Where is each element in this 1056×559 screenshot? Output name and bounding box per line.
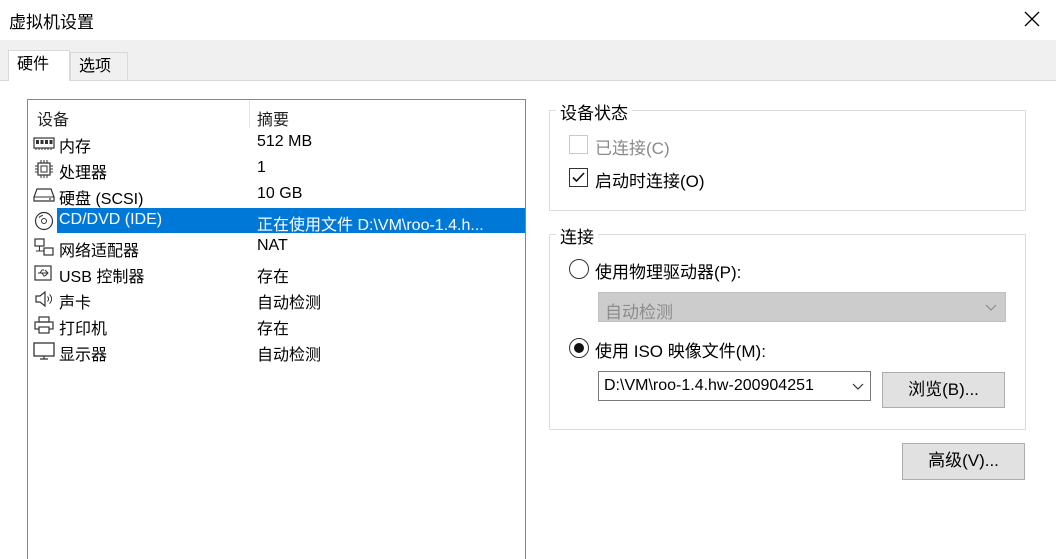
physical-drive-value: 自动检测 [605,303,673,322]
device-row-printer[interactable]: 打印机 存在 [28,312,525,338]
printer-icon [33,315,55,335]
device-list-header: 设备 摘要 [28,100,525,130]
device-row-cdrom[interactable]: CD/DVD (IDE) 正在使用文件 D:\VM\roo-1.4.h... [28,208,525,234]
iso-image-radio[interactable] [569,338,589,358]
close-icon [1024,11,1040,27]
advanced-button[interactable]: 高级(V)... [902,443,1025,480]
connected-label: 已连接(C) [595,139,670,158]
device-name: CD/DVD (IDE) [59,211,163,228]
connect-at-power-on-checkbox[interactable] [569,168,588,187]
title-bar: 虚拟机设置 [0,0,1056,40]
device-summary: 10 GB [257,185,303,202]
connect-at-power-on-label: 启动时连接(O) [595,172,705,191]
browse-button[interactable]: 浏览(B)... [882,372,1005,408]
connection-group: 连接 使用物理驱动器(P): 自动检测 使用 ISO 映像文件(M): D:\V… [549,223,1026,430]
chevron-down-icon[interactable] [852,380,864,392]
tab-hardware[interactable]: 硬件 [8,50,70,81]
column-divider[interactable] [249,100,250,128]
device-summary: 自动检测 [257,347,322,364]
device-summary: 正在使用文件 D:\VM\roo-1.4.h... [257,217,484,234]
device-name: 处理器 [59,165,108,182]
sound-icon [33,289,55,309]
column-header-summary[interactable]: 摘要 [257,106,289,130]
device-row-harddisk[interactable]: 硬盘 (SCSI) 10 GB [28,182,525,208]
device-status-title: 设备状态 [556,99,632,124]
iso-image-label: 使用 ISO 映像文件(M): [595,342,766,361]
tab-options[interactable]: 选项 [70,52,128,81]
device-name: 网络适配器 [59,243,140,260]
device-summary: 自动检测 [257,295,322,312]
connected-checkbox[interactable] [569,135,588,154]
device-row-memory[interactable]: 内存 512 MB [28,130,525,156]
processor-icon [33,159,55,179]
device-name: 声卡 [59,295,92,312]
iso-path-value: D:\VM\roo-1.4.hw-200904251 [604,377,814,394]
physical-drive-radio[interactable] [569,259,589,279]
cdrom-icon [33,211,55,231]
device-name: 打印机 [59,321,108,338]
display-icon [33,341,55,361]
checkmark-icon [572,172,585,183]
device-summary: 存在 [257,269,290,286]
close-button[interactable] [1016,4,1048,34]
device-summary: NAT [257,237,288,254]
device-name: USB 控制器 [59,269,145,286]
physical-drive-select[interactable]: 自动检测 [598,292,1006,322]
device-row-processor[interactable]: 处理器 1 [28,156,525,182]
device-name: 硬盘 (SCSI) [59,191,144,208]
tab-content: 设备 摘要 内存 512 MB 处理器 1 硬盘 (SCSI) 10 GB CD… [0,80,1056,559]
device-row-sound[interactable]: 声卡 自动检测 [28,286,525,312]
device-name: 内存 [59,139,92,156]
iso-path-combobox[interactable]: D:\VM\roo-1.4.hw-200904251 [598,371,871,401]
harddisk-icon [33,185,55,205]
device-name: 显示器 [59,347,108,364]
window-title: 虚拟机设置 [9,13,94,32]
tab-strip: 硬件 选项 [0,40,1056,81]
device-row-usb[interactable]: USB 控制器 存在 [28,260,525,286]
device-summary: 存在 [257,321,290,338]
network-adapter-icon [33,237,55,257]
device-summary: 1 [257,159,266,176]
column-header-device[interactable]: 设备 [37,106,69,130]
device-summary: 512 MB [257,133,313,150]
physical-drive-label: 使用物理驱动器(P): [595,263,742,282]
memory-icon [33,133,55,153]
device-list[interactable]: 设备 摘要 内存 512 MB 处理器 1 硬盘 (SCSI) 10 GB CD… [27,99,526,559]
usb-icon [33,263,55,283]
chevron-down-icon [985,304,997,311]
device-row-network-adapter[interactable]: 网络适配器 NAT [28,234,525,260]
device-row-display[interactable]: 显示器 自动检测 [28,338,525,364]
device-status-group: 设备状态 已连接(C) 启动时连接(O) [549,99,1026,211]
connection-title: 连接 [556,223,598,248]
